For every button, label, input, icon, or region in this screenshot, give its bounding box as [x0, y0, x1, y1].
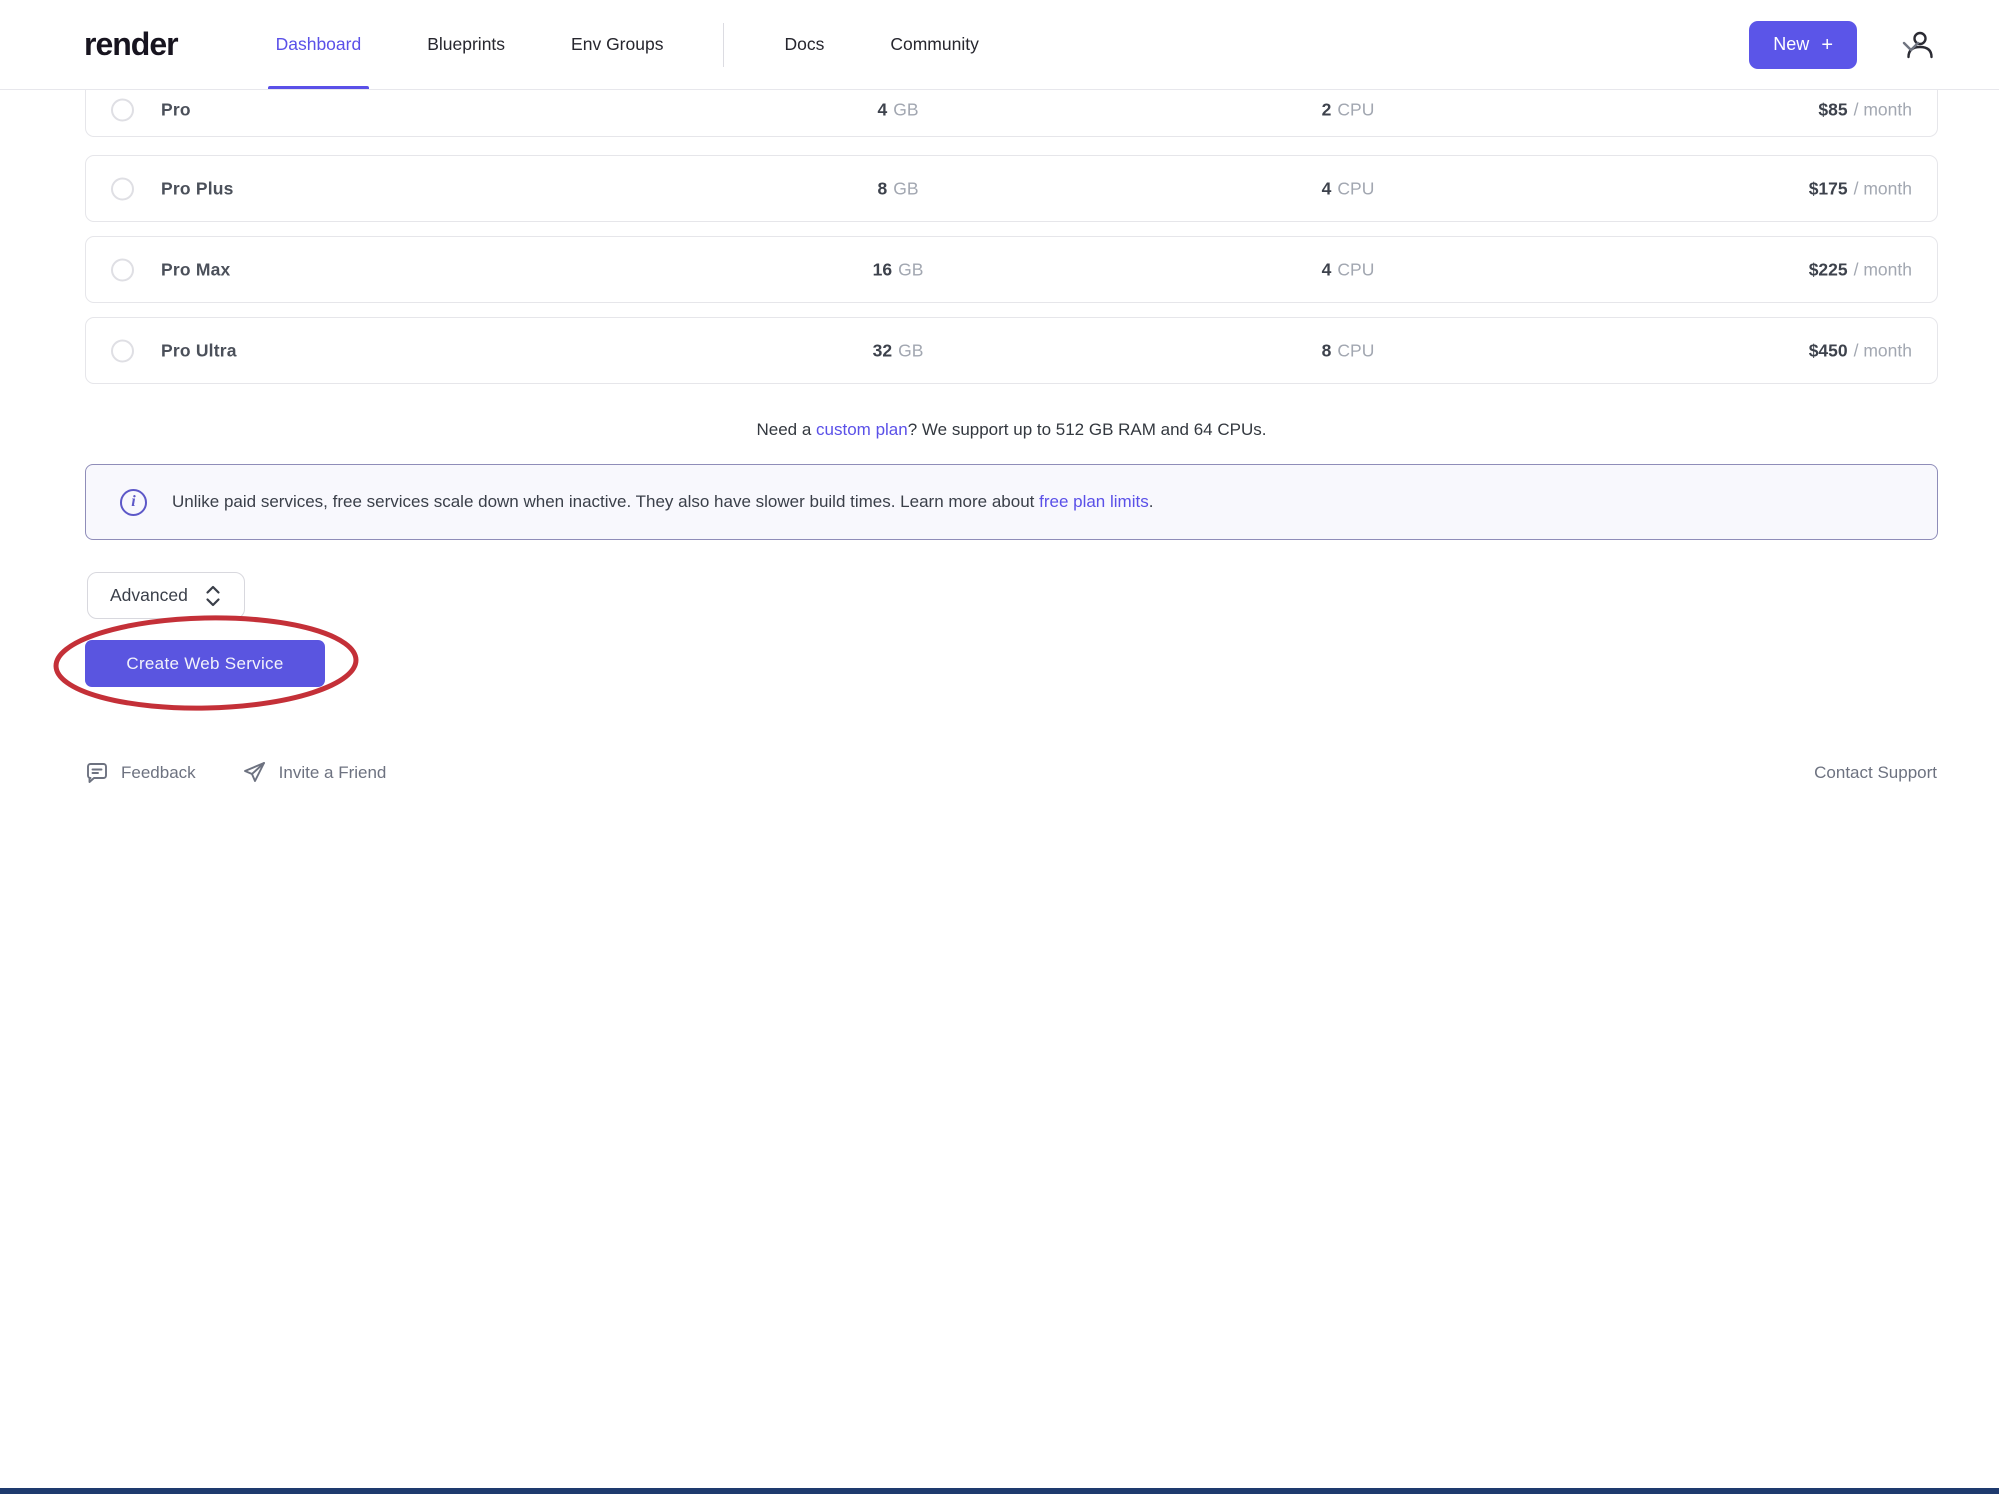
nav-tab-blueprints-label: Blueprints	[427, 34, 505, 55]
plan-ram: 16GB	[788, 259, 1008, 280]
feedback-label: Feedback	[121, 763, 196, 783]
plan-name: Pro Plus	[161, 178, 234, 199]
advanced-toggle-button[interactable]: Advanced	[87, 572, 245, 619]
plan-name: Pro Ultra	[161, 340, 237, 361]
nav-tab-docs[interactable]: Docs	[782, 0, 826, 89]
page-footer: Feedback Invite a Friend Contact Support	[85, 760, 1937, 785]
plan-cpu: 4CPU	[1238, 178, 1458, 199]
plan-price: $85/ month	[1818, 100, 1912, 121]
nav-tab-dashboard[interactable]: Dashboard	[274, 0, 364, 89]
info-circle-icon: i	[120, 489, 147, 516]
plan-radio[interactable]	[111, 339, 134, 362]
plan-cpu: 2CPU	[1238, 100, 1458, 121]
plan-row-pro-max[interactable]: Pro Max 16GB 4CPU $225/ month	[85, 236, 1938, 303]
custom-plan-prefix: Need a	[757, 420, 817, 439]
custom-plan-link[interactable]: custom plan	[816, 420, 908, 439]
top-nav: render Dashboard Blueprints Env Groups D…	[0, 0, 1999, 90]
new-button-label: New	[1773, 34, 1809, 55]
nav-tab-community-label: Community	[890, 34, 979, 55]
plan-name: Pro	[161, 100, 191, 121]
plan-radio[interactable]	[111, 99, 134, 122]
plan-cpu: 4CPU	[1238, 259, 1458, 280]
collapse-chevron-button[interactable]	[1898, 33, 1924, 59]
notice-text: Unlike paid services, free services scal…	[172, 492, 1153, 512]
plan-price: $175/ month	[1809, 178, 1912, 199]
plan-row-pro-ultra[interactable]: Pro Ultra 32GB 8CPU $450/ month	[85, 317, 1938, 384]
plan-price: $450/ month	[1809, 340, 1912, 361]
new-button[interactable]: New +	[1749, 21, 1857, 69]
plan-ram: 8GB	[788, 178, 1008, 199]
plan-row-pro-plus[interactable]: Pro Plus 8GB 4CPU $175/ month	[85, 155, 1938, 222]
feedback-link[interactable]: Feedback	[85, 761, 196, 785]
custom-plan-suffix: ? We support up to 512 GB RAM and 64 CPU…	[908, 420, 1267, 439]
render-logo[interactable]: render	[84, 26, 178, 63]
custom-plan-note: Need a custom plan? We support up to 512…	[85, 420, 1938, 440]
free-plan-notice-banner: i Unlike paid services, free services sc…	[85, 464, 1938, 540]
unfold-chevrons-icon	[204, 583, 222, 609]
invite-friend-link[interactable]: Invite a Friend	[242, 760, 387, 785]
free-plan-limits-link[interactable]: free plan limits	[1039, 492, 1149, 511]
primary-nav: Dashboard Blueprints Env Groups Docs Com…	[274, 0, 1043, 89]
nav-divider	[723, 23, 724, 67]
plan-ram: 32GB	[788, 340, 1008, 361]
nav-tab-dashboard-label: Dashboard	[276, 34, 362, 55]
nav-tab-community[interactable]: Community	[888, 0, 981, 89]
active-tab-underline	[268, 86, 370, 89]
plan-name: Pro Max	[161, 259, 230, 280]
nav-tab-blueprints[interactable]: Blueprints	[425, 0, 507, 89]
create-web-service-label: Create Web Service	[126, 654, 283, 673]
invite-friend-label: Invite a Friend	[279, 763, 387, 783]
create-web-service-button[interactable]: Create Web Service	[85, 640, 325, 687]
contact-support-link[interactable]: Contact Support	[1814, 763, 1937, 783]
nav-tab-env-groups-label: Env Groups	[571, 34, 663, 55]
plan-radio[interactable]	[111, 258, 134, 281]
plan-price: $225/ month	[1809, 259, 1912, 280]
nav-tab-docs-label: Docs	[784, 34, 824, 55]
instance-type-list: Pro 4GB 2CPU $85/ month Pro Plus 8GB 4CP…	[85, 90, 1938, 384]
feedback-bubble-icon	[85, 761, 109, 785]
bottom-edge-bar	[0, 1488, 1999, 1494]
plus-icon: +	[1821, 35, 1833, 55]
plan-row-pro[interactable]: Pro 4GB 2CPU $85/ month	[85, 90, 1938, 137]
plan-radio[interactable]	[111, 177, 134, 200]
chevron-down-icon	[1898, 33, 1924, 59]
render-dashboard-page: render Dashboard Blueprints Env Groups D…	[0, 0, 1999, 1500]
advanced-label: Advanced	[110, 585, 188, 606]
nav-tab-env-groups[interactable]: Env Groups	[569, 0, 665, 89]
paper-plane-icon	[242, 760, 267, 785]
plan-cpu: 8CPU	[1238, 340, 1458, 361]
plan-ram: 4GB	[788, 100, 1008, 121]
